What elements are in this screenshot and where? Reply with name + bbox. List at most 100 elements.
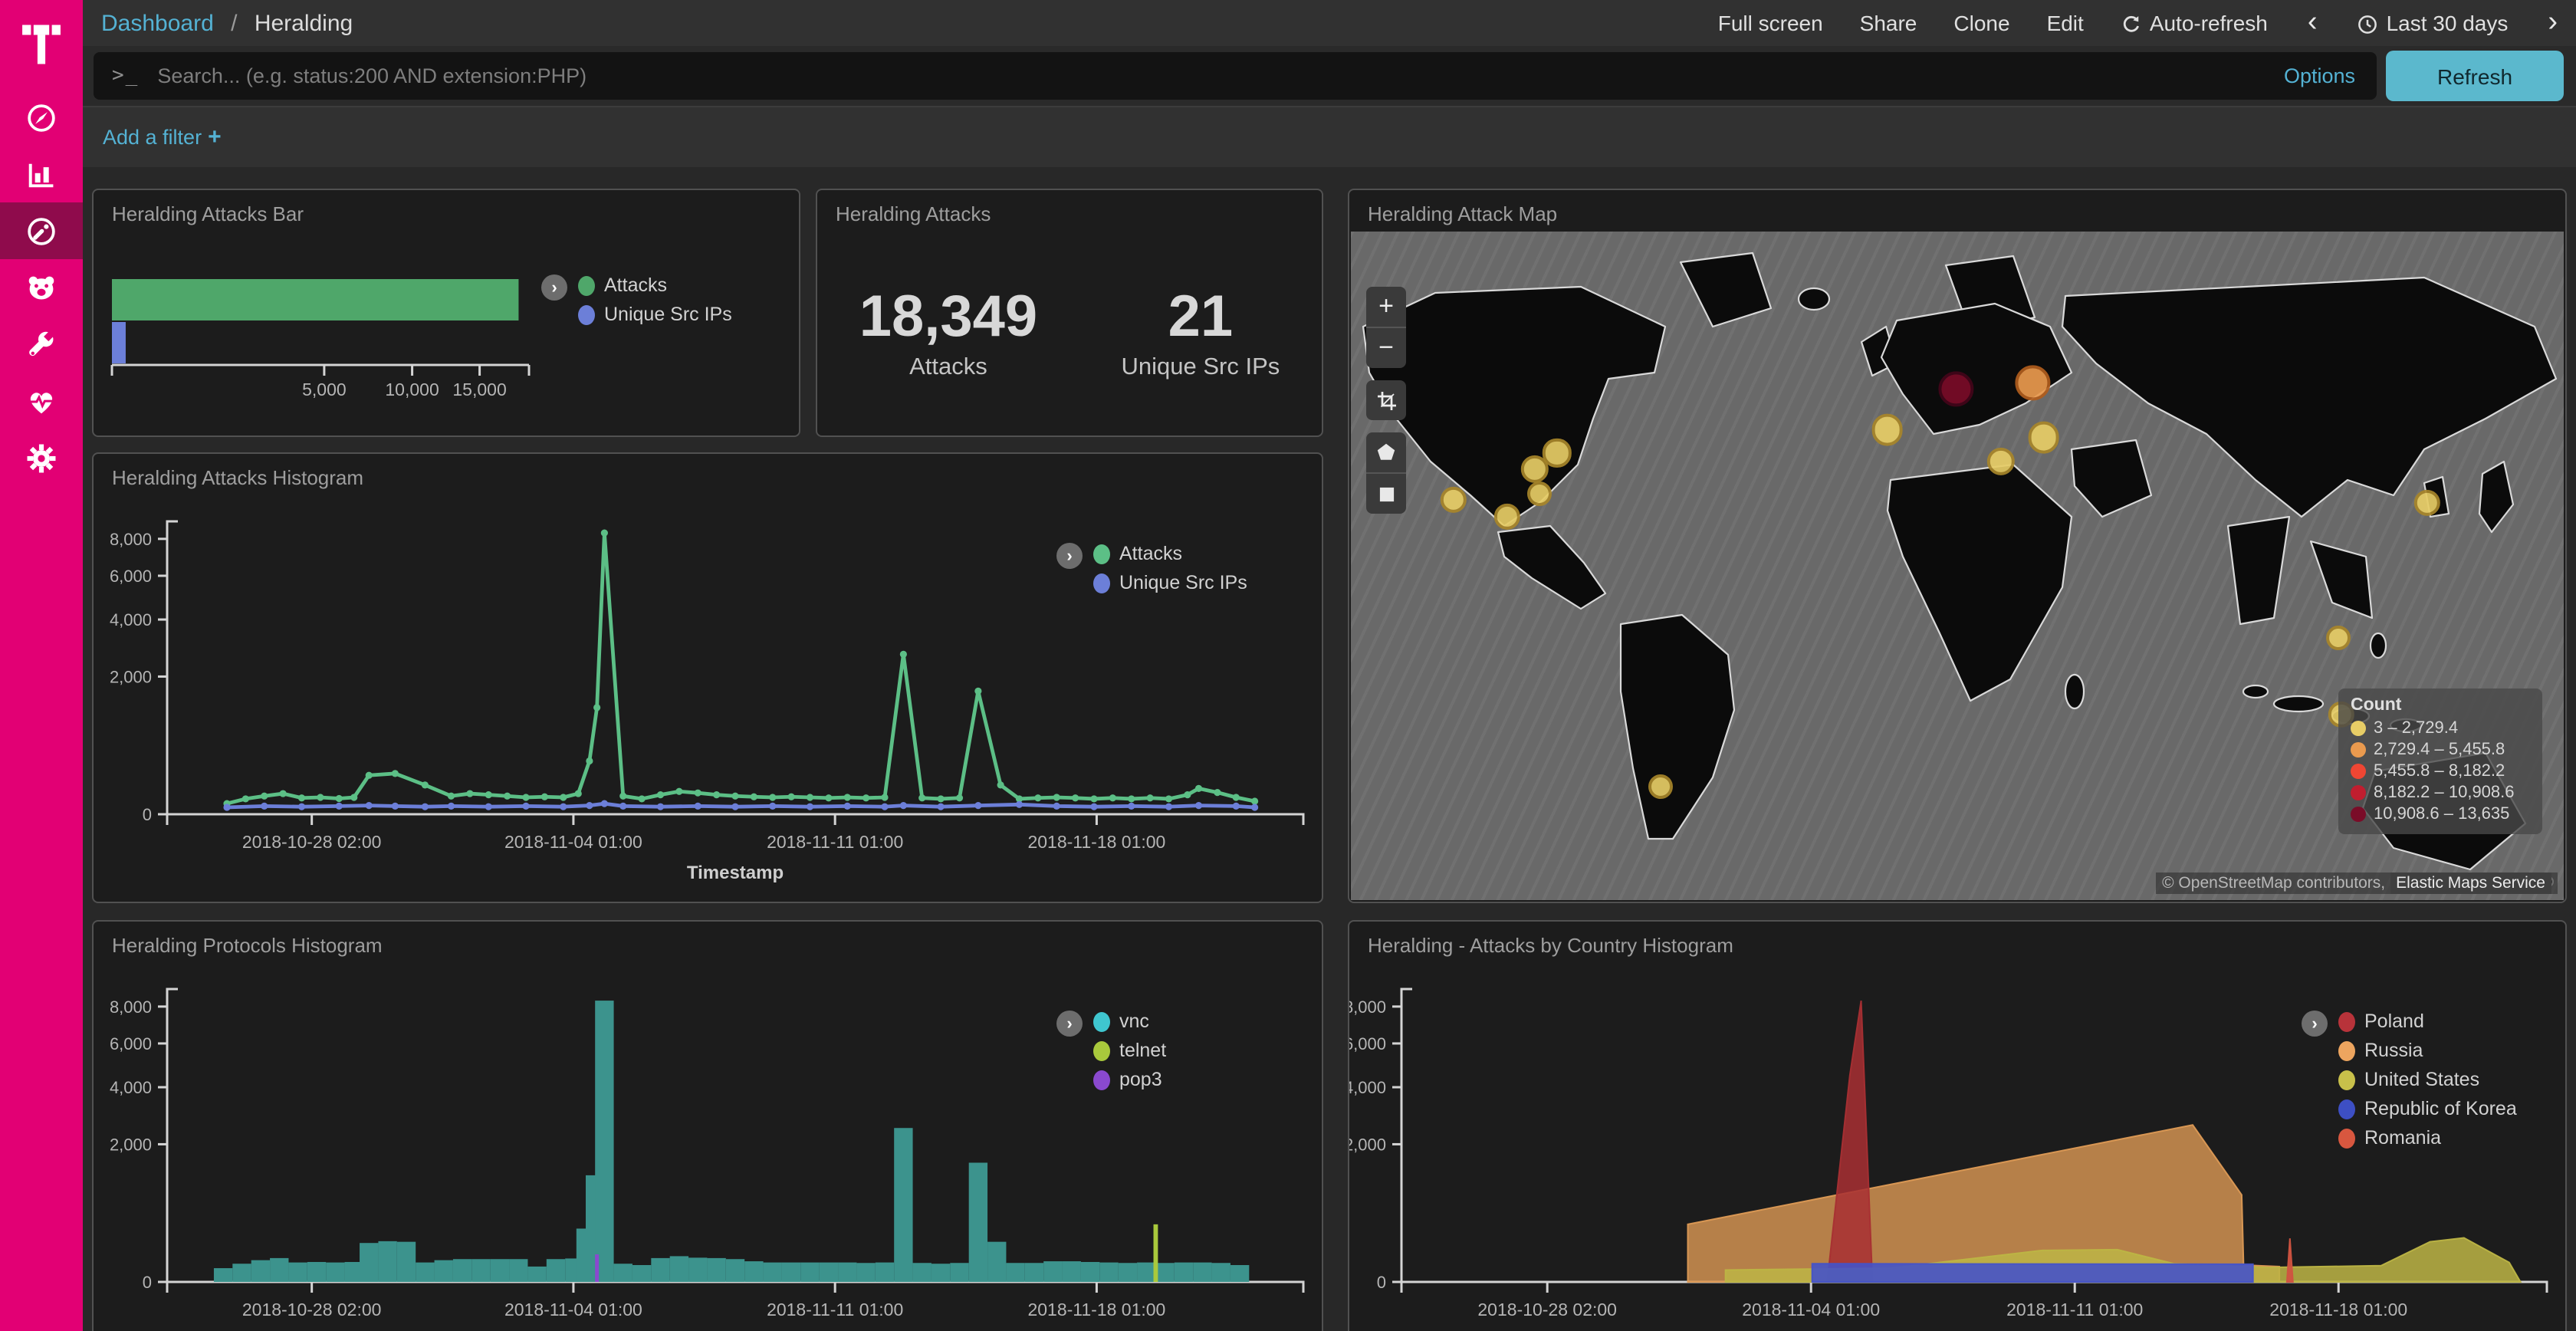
map-legend-label: 3 – 2,729.4 — [2374, 719, 2458, 738]
map-attribution: © OpenStreetMap contributors, Elastic Map… — [2156, 873, 2558, 894]
time-back-button[interactable]: ‹ — [2305, 12, 2321, 34]
legend-item[interactable]: pop3 — [1093, 1069, 1166, 1090]
svg-text:8,000: 8,000 — [1349, 997, 1386, 1017]
legend-label: United States — [2364, 1069, 2479, 1090]
panel-heralding-protocols-histogram: Heralding Protocols Histogram 02,0004,00… — [92, 920, 1323, 1331]
attack-location-circle[interactable] — [1528, 481, 1552, 506]
plus-icon: + — [208, 124, 222, 150]
filter-bar: Add a filter+ — [83, 106, 2576, 167]
rectangle-icon — [1376, 484, 1396, 504]
legend-item[interactable]: Poland — [2338, 1011, 2517, 1032]
svg-text:8,000: 8,000 — [110, 530, 152, 549]
legend-label: Attacks — [1119, 543, 1182, 564]
search-row: >_ Options Refresh — [83, 46, 2576, 106]
attack-location-circle[interactable] — [1649, 775, 1674, 800]
panel-title: Heralding Attack Map — [1349, 190, 2565, 225]
metric-attacks: 18,349 Attacks — [859, 284, 1037, 381]
svg-text:2018-11-18 01:00: 2018-11-18 01:00 — [1027, 832, 1165, 852]
attack-location-circle[interactable] — [2326, 626, 2351, 650]
osm-attribution[interactable]: © OpenStreetMap contributors, — [2162, 874, 2385, 892]
time-forward-button[interactable]: › — [2545, 12, 2561, 34]
svg-text:4,000: 4,000 — [110, 610, 152, 629]
auto-refresh-button[interactable]: Auto-refresh — [2121, 11, 2268, 35]
legend-item[interactable]: Russia — [2338, 1040, 2517, 1061]
topbar-actions: Full screen Share Clone Edit Auto-refres… — [1718, 11, 2576, 35]
zoom-out-button[interactable]: − — [1366, 328, 1406, 368]
share-button[interactable]: Share — [1860, 11, 1917, 35]
legend-dot-icon — [2338, 1011, 2355, 1031]
sidebar-item-visualize[interactable] — [0, 146, 83, 202]
map-legend-dot-icon — [2351, 807, 2366, 822]
telekom-logo[interactable] — [0, 0, 83, 89]
sidebar-item-management[interactable] — [0, 429, 83, 486]
breadcrumb: Dashboard / Heralding — [101, 10, 353, 36]
legend-dot-icon — [578, 304, 595, 324]
legend-dot-icon — [1093, 1070, 1110, 1089]
legend-dot-icon — [2338, 1070, 2355, 1089]
edit-button[interactable]: Edit — [2047, 11, 2084, 35]
time-range-picker[interactable]: Last 30 days — [2358, 11, 2509, 35]
svg-text:10,000: 10,000 — [385, 380, 439, 399]
legend-toggle-icon[interactable]: › — [1056, 1011, 1083, 1037]
legend-item[interactable]: Unique Src IPs — [578, 304, 732, 325]
legend-item[interactable]: United States — [2338, 1069, 2517, 1090]
sidebar-item-discover[interactable] — [0, 89, 83, 146]
refresh-button[interactable]: Refresh — [2386, 51, 2564, 101]
legend-toggle-icon[interactable]: › — [1056, 543, 1083, 569]
legend-label: Unique Src IPs — [1119, 572, 1247, 593]
legend-item[interactable]: Republic of Korea — [2338, 1098, 2517, 1119]
legend-label: vnc — [1119, 1011, 1149, 1032]
legend-item[interactable]: Attacks — [578, 274, 732, 296]
panel-heralding-attacks-by-country-histogram: Heralding - Attacks by Country Histogram… — [1348, 920, 2567, 1331]
zoom-in-button[interactable]: + — [1366, 287, 1406, 327]
ems-attribution[interactable]: Elastic Maps Service — [2390, 873, 2551, 894]
legend-item[interactable]: Romania — [2338, 1127, 2517, 1149]
legend-item[interactable]: telnet — [1093, 1040, 1166, 1061]
sidebar-item-dev-tools[interactable] — [0, 316, 83, 373]
svg-text:0: 0 — [1377, 1273, 1386, 1292]
panel-title: Heralding Attacks Bar — [94, 190, 799, 225]
sidebar-nav — [0, 89, 83, 486]
clock-icon — [2358, 14, 2379, 35]
world-map[interactable]: + − — [1351, 232, 2564, 900]
map-legend-item: 8,182.2 – 10,908.6 — [2351, 784, 2530, 802]
compass-icon — [25, 100, 58, 134]
sidebar-item-monitoring[interactable] — [0, 373, 83, 429]
attack-location-circle[interactable] — [1938, 371, 1974, 407]
sidebar-item-dashboard[interactable] — [0, 202, 83, 259]
options-link[interactable]: Options — [2284, 52, 2355, 100]
map-legend-item: 10,908.6 – 13,635 — [2351, 805, 2530, 823]
metric-ips-value: 21 — [1122, 284, 1280, 350]
add-filter-link[interactable]: Add a filter+ — [103, 124, 222, 150]
map-legend-label: 2,729.4 – 5,455.8 — [2374, 741, 2505, 759]
legend-dot-icon — [2338, 1040, 2355, 1060]
sidebar-item-honeypot[interactable] — [0, 259, 83, 316]
query-icon: >_ — [112, 64, 139, 87]
legend: › vnc telnet pop3 — [1056, 1011, 1166, 1090]
draw-rectangle-button[interactable] — [1366, 474, 1406, 514]
legend-toggle-icon[interactable]: › — [2302, 1011, 2328, 1037]
map-fit-control — [1366, 380, 1406, 420]
wrench-icon — [25, 327, 58, 361]
map-legend-dot-icon — [2351, 785, 2366, 800]
legend-dot-icon — [1093, 1011, 1110, 1031]
map-legend-item: 3 – 2,729.4 — [2351, 719, 2530, 738]
breadcrumb-dashboard-link[interactable]: Dashboard — [101, 10, 214, 36]
svg-text:2018-11-04 01:00: 2018-11-04 01:00 — [504, 1300, 642, 1319]
full-screen-button[interactable]: Full screen — [1718, 11, 1823, 35]
legend-label: pop3 — [1119, 1069, 1162, 1090]
svg-text:Timestamp: Timestamp — [687, 863, 784, 883]
legend-item[interactable]: Attacks — [1093, 543, 1247, 564]
draw-polygon-button[interactable] — [1366, 432, 1406, 472]
metric-group: 18,349 Attacks 21 Unique Src IPs — [817, 241, 1322, 425]
attack-location-circle[interactable] — [2014, 364, 2050, 400]
fit-bounds-button[interactable] — [1366, 380, 1406, 420]
metric-attacks-value: 18,349 — [859, 284, 1037, 350]
legend-toggle-icon[interactable]: › — [541, 274, 567, 301]
breadcrumb-current: Heralding — [255, 10, 353, 36]
legend-item[interactable]: Unique Src IPs — [1093, 572, 1247, 593]
clone-button[interactable]: Clone — [1953, 11, 2009, 35]
svg-text:2018-11-11 01:00: 2018-11-11 01:00 — [767, 832, 903, 852]
legend-item[interactable]: vnc — [1093, 1011, 1166, 1032]
search-input[interactable] — [154, 63, 2284, 89]
